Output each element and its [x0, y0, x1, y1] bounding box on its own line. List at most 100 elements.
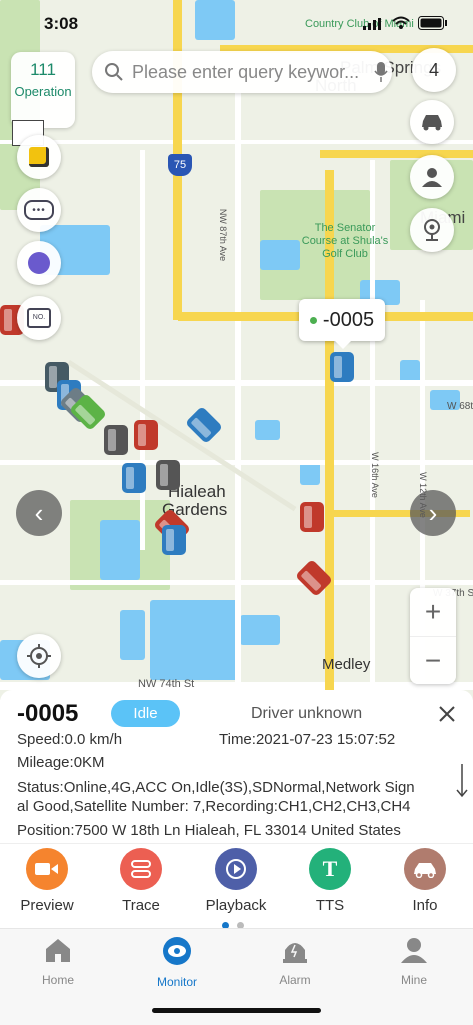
cellular-signal-icon: [363, 18, 381, 30]
truck-marker-icon[interactable]: [162, 525, 186, 555]
operation-panel[interactable]: 111 Operation: [11, 52, 75, 128]
car-info-icon: [404, 848, 446, 890]
tab-home-label: Home: [41, 973, 74, 987]
callout-plate: -0005: [322, 308, 375, 331]
map-label: The Senator Course at Shula's Golf Club: [301, 222, 389, 260]
road: [235, 90, 241, 690]
trace-label: Trace: [122, 897, 160, 914]
layer-button[interactable]: [17, 135, 61, 179]
home-indicator: [152, 1008, 321, 1013]
driver-button[interactable]: [410, 155, 454, 199]
truck-marker-icon[interactable]: [300, 502, 324, 532]
plus-icon: +: [424, 596, 442, 627]
preview-label: Preview: [20, 897, 74, 914]
operation-label: Operation: [14, 84, 72, 99]
map-label: Medley: [322, 656, 371, 673]
status-bar: 3:08: [0, 0, 473, 44]
water-area: [260, 240, 300, 270]
circle-filter-icon: [28, 252, 50, 274]
mileage-text: Mileage:0KM: [17, 754, 105, 771]
route-icon: [120, 848, 162, 890]
vehicle-list-button[interactable]: [410, 100, 454, 144]
vehicle-plate: -0005: [17, 700, 79, 727]
vehicle-state-badge: Idle: [111, 700, 180, 727]
expand-arrow-icon[interactable]: [456, 764, 468, 798]
vehicle-count-badge[interactable]: 4: [412, 48, 456, 92]
video-camera-icon: [26, 848, 68, 890]
water-area: [150, 600, 240, 680]
square-layer-icon: [29, 147, 49, 167]
car-icon: [422, 115, 442, 131]
water-area: [120, 610, 145, 660]
message-icon: NO.: [27, 308, 51, 328]
tab-alarm-label: Alarm: [279, 973, 311, 987]
message-button[interactable]: NO.: [17, 296, 61, 340]
playback-label: Playback: [205, 897, 267, 914]
info-button[interactable]: Info: [380, 848, 470, 914]
poi-button[interactable]: [410, 208, 454, 252]
speed-text: Speed:0.0 km/h: [17, 731, 123, 748]
map-label: NW 74th St: [138, 678, 195, 690]
playback-icon: [215, 848, 257, 890]
tab-home[interactable]: Home: [13, 937, 103, 987]
status-time: 3:08: [44, 14, 79, 33]
status-text-line2: al Good,Satellite Number: 7,Recording:CH…: [17, 798, 411, 815]
map-label: W 16th Ave: [369, 452, 380, 498]
zoom-out-button[interactable]: −: [410, 636, 456, 685]
tab-mine-label: Mine: [400, 973, 427, 987]
next-vehicle-button[interactable]: ›: [410, 490, 456, 536]
road: [0, 682, 473, 690]
trace-button[interactable]: Trace: [96, 848, 186, 914]
tts-label: TTS: [315, 897, 345, 914]
close-icon[interactable]: [438, 705, 456, 723]
tts-icon: T: [309, 848, 351, 890]
tab-alarm[interactable]: Alarm: [250, 937, 340, 987]
playback-button[interactable]: Playback: [191, 848, 281, 914]
online-dot-icon: [309, 316, 317, 324]
alarm-icon: [283, 943, 307, 963]
search-icon: [105, 63, 123, 81]
selected-truck-marker-icon[interactable]: [330, 352, 354, 382]
home-icon: [46, 939, 70, 962]
status-text-line1: Status:Online,4G,ACC On,Idle(3S),SDNorma…: [17, 779, 415, 796]
time-text: Time:2021-07-23 15:07:52: [219, 731, 396, 748]
truck-marker-icon[interactable]: [104, 425, 128, 455]
chevron-left-icon: ‹: [34, 497, 44, 528]
vehicle-callout[interactable]: -0005: [299, 299, 385, 349]
highway: [320, 150, 473, 158]
water-area: [240, 615, 280, 645]
more-button[interactable]: •••: [17, 188, 61, 232]
person-icon: [422, 168, 442, 187]
chevron-right-icon: ›: [428, 497, 438, 528]
tab-mine[interactable]: Mine: [369, 937, 459, 987]
user-icon: [401, 938, 427, 963]
status-filter-button[interactable]: [17, 241, 61, 285]
truck-marker-icon[interactable]: [134, 420, 158, 450]
interstate-shield-icon: 75: [168, 154, 192, 176]
battery-icon: [418, 16, 447, 30]
previous-vehicle-button[interactable]: ‹: [16, 490, 62, 536]
divider: [0, 843, 473, 844]
wifi-icon: [392, 16, 410, 29]
location-pin-icon: [424, 219, 440, 241]
position-text: Position:7500 W 18th Ln Hialeah, FL 3301…: [17, 822, 401, 839]
ellipsis-icon: •••: [24, 200, 54, 220]
info-label: Info: [412, 897, 438, 914]
operation-count: 111: [30, 60, 56, 79]
zoom-control: + −: [410, 588, 456, 684]
minus-icon: −: [424, 645, 442, 676]
search-input[interactable]: [130, 60, 370, 84]
truck-marker-icon[interactable]: [122, 463, 146, 493]
preview-button[interactable]: Preview: [2, 848, 92, 914]
microphone-icon[interactable]: [374, 61, 388, 83]
truck-marker-icon[interactable]: [156, 460, 180, 490]
tab-monitor-label: Monitor: [156, 975, 197, 989]
locate-button[interactable]: [17, 634, 61, 678]
tab-monitor[interactable]: Monitor: [132, 937, 222, 989]
water-area: [255, 420, 280, 440]
search-bar[interactable]: [92, 51, 392, 93]
road: [0, 140, 473, 144]
water-area: [100, 520, 140, 580]
tts-button[interactable]: T TTS: [285, 848, 375, 914]
zoom-in-button[interactable]: +: [410, 588, 456, 636]
